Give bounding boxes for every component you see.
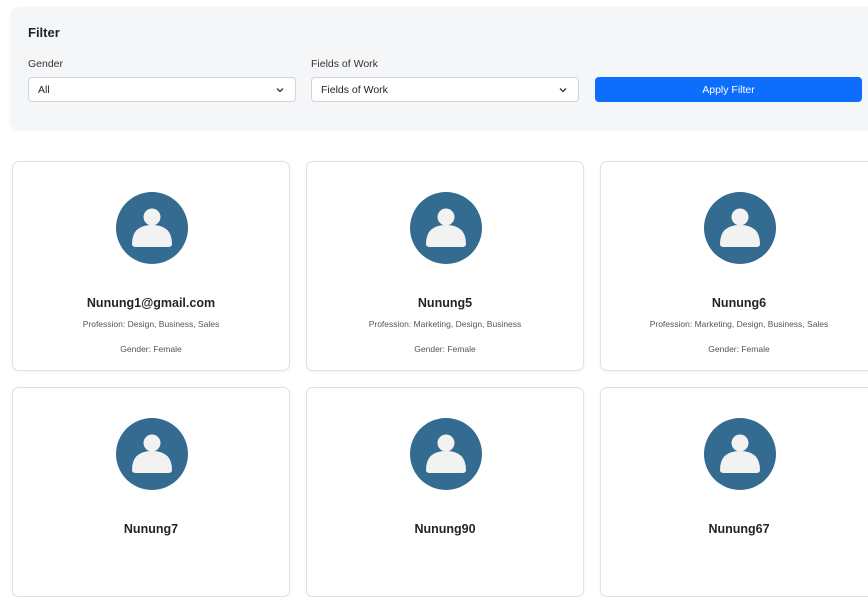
profile-name: Nunung67 [708,522,770,536]
filter-title: Filter [28,25,60,40]
user-avatar-icon [410,418,482,490]
profile-name: Nunung1@gmail.com [86,296,216,310]
profile-card[interactable]: Nunung90 [306,387,584,597]
profile-name: Nunung90 [414,522,476,536]
profile-gender: Gender: Female [708,344,770,354]
chevron-down-icon [559,88,567,93]
profile-profession: Profession: Marketing, Design, Business [368,319,522,329]
fields-of-work-select-value: Fields of Work [321,83,388,96]
profile-profession: Profession: Design, Business, Sales [82,319,220,329]
fields-of-work-label: Fields of Work [311,58,378,70]
profile-card[interactable]: Nunung5 Profession: Marketing, Design, B… [306,161,584,371]
profile-card[interactable]: Nunung1@gmail.com Profession: Design, Bu… [12,161,290,371]
gender-select-value: All [38,83,50,96]
user-avatar-icon [116,418,188,490]
gender-select[interactable]: All [28,77,296,102]
profile-gender: Gender: Female [120,344,182,354]
apply-filter-button[interactable]: Apply Filter [595,77,862,102]
profile-name: Nunung7 [123,522,179,536]
chevron-down-icon [276,88,284,93]
user-avatar-icon [704,192,776,264]
profile-profession: Profession: Marketing, Design, Business,… [649,319,829,329]
profile-name: Nunung6 [711,296,767,310]
fields-of-work-select[interactable]: Fields of Work [311,77,579,102]
profile-card[interactable]: Nunung7 [12,387,290,597]
profile-gender: Gender: Female [414,344,476,354]
user-avatar-icon [116,192,188,264]
user-avatar-icon [410,192,482,264]
profile-card[interactable]: Nunung6 Profession: Marketing, Design, B… [600,161,868,371]
gender-label: Gender [28,58,64,70]
profile-name: Nunung5 [417,296,473,310]
filter-panel: Filter Gender All Fields of Work Fields … [11,7,868,129]
user-avatar-icon [704,418,776,490]
profile-card[interactable]: Nunung67 [600,387,868,597]
